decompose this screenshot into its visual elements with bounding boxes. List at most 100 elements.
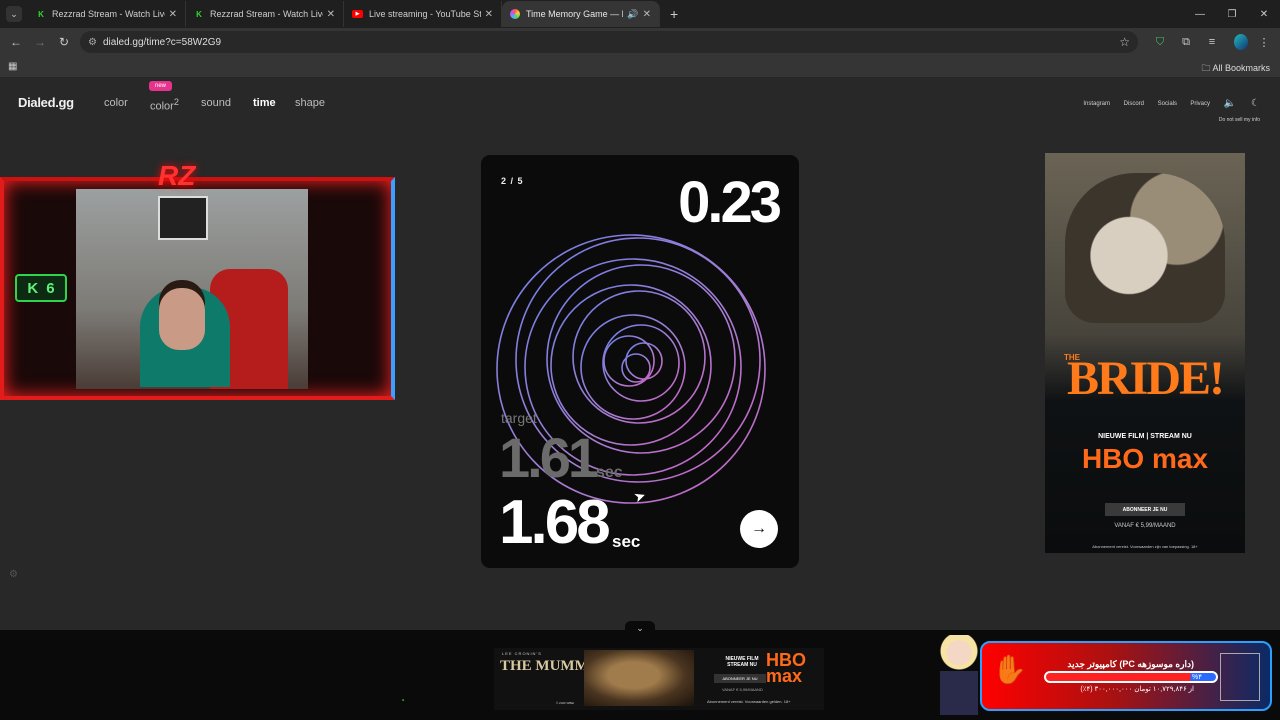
nav-time[interactable]: time <box>253 97 276 109</box>
anime-character-graphic <box>940 635 978 715</box>
do-not-sell-link[interactable]: Do not sell my info <box>1219 117 1260 123</box>
close-icon[interactable]: ✕ <box>485 9 493 20</box>
settings-icon[interactable]: ⚙ <box>9 569 18 580</box>
link-discord[interactable]: Discord <box>1124 101 1144 107</box>
mummy-cta-button[interactable]: ABONNEER JE NU <box>714 674 766 683</box>
tab-time-memory-game[interactable]: Time Memory Game — How 🔊 ✕ <box>502 1 660 27</box>
tab-title: Rezzrad Stream - Watch Live on <box>210 9 323 19</box>
target-label: target <box>501 410 537 426</box>
media-controls-icon[interactable]: ≡ <box>1202 32 1222 52</box>
dark-mode-icon[interactable]: ☾ <box>1251 98 1260 109</box>
forward-icon[interactable]: → <box>28 30 52 54</box>
result-value: 1.68 <box>499 488 611 557</box>
sound-toggle-icon[interactable]: 🔈 <box>1224 98 1236 109</box>
collapse-chevron-icon[interactable]: ⌄ <box>625 621 655 635</box>
game-card: 2 / 5 0.23 target 1.61 sec 1.68 sec → <box>481 155 799 568</box>
apps-grid-icon[interactable]: ▦ <box>8 61 17 72</box>
nav-shape[interactable]: shape <box>295 97 325 109</box>
target-unit: sec <box>596 464 623 481</box>
bottom-ad-strip: ⌄ ◔ LEE CRONIN'S THE MUMMY © 2026 WBEI N… <box>0 621 1280 720</box>
nav-color2-label: color <box>150 100 174 113</box>
menu-icon[interactable]: ⋮ <box>1254 32 1274 52</box>
restore-icon[interactable]: ❐ <box>1216 0 1248 28</box>
mummy-fine-print: Abonnement vereist. Voorwaarden gelden. … <box>707 699 791 704</box>
mummy-image <box>584 650 694 706</box>
tab-youtube-studio[interactable]: ▶ Live streaming - YouTube Studio ✕ <box>344 1 502 27</box>
address-bar[interactable]: ⚙ dialed.gg/time?c=58W2G9 ☆ <box>80 31 1138 53</box>
ad-poster-art <box>1065 173 1225 323</box>
close-icon[interactable]: ✕ <box>643 9 651 20</box>
goal-percent: %۴ <box>1192 674 1202 681</box>
ad-cta-button[interactable]: ABONNEER JE NU <box>1105 503 1185 516</box>
goal-progress-bar: %۴ <box>1044 671 1218 683</box>
tab-rezzrad-1[interactable]: K Rezzrad Stream - Watch Live on ✕ <box>28 1 186 27</box>
ad-price: VANAF € 5,99/MAAND <box>1114 523 1176 529</box>
minimize-icon[interactable]: — <box>1184 0 1216 28</box>
wall-poster <box>158 196 208 240</box>
hbo-max-logo: HBO max <box>1081 443 1209 474</box>
link-privacy[interactable]: Privacy <box>1190 101 1210 107</box>
hand-icon: ✋ <box>992 654 1027 685</box>
speaker-icon[interactable]: 🔊 <box>627 9 638 20</box>
emblem-icon <box>1220 653 1260 701</box>
mummy-tag: NIEUWE FILM STREAM NU <box>725 656 759 668</box>
tab-strip: ⌄ K Rezzrad Stream - Watch Live on ✕ K R… <box>0 0 1280 28</box>
dialed-icon <box>510 9 520 19</box>
site-info-icon[interactable]: ⚙ <box>88 37 97 48</box>
extensions-area: ⛉ ⧉ ≡ ⋮ <box>1144 32 1274 52</box>
mummy-banner-ad[interactable]: LEE CRONIN'S THE MUMMY © 2026 WBEI NIEUW… <box>494 648 824 710</box>
all-bookmarks-button[interactable]: 🗀 All Bookmarks <box>1201 61 1270 77</box>
kick-counter: K 6 <box>15 274 67 302</box>
puzzle-icon[interactable]: ⧉ <box>1176 32 1196 52</box>
streamer-head <box>159 288 205 350</box>
new-badge: new <box>149 81 173 91</box>
tab-title: Live streaming - YouTube Studio <box>369 9 481 19</box>
bride-ad[interactable]: THE BRIDE! NIEUWE FILM | STREAM NU HBO m… <box>1045 153 1245 553</box>
arrow-right-icon: → <box>751 520 767 537</box>
ad-title: BRIDE! <box>1066 352 1225 405</box>
site-logo[interactable]: Dialed.gg <box>18 95 74 110</box>
kick-icon: K <box>27 279 39 297</box>
tab-rezzrad-2[interactable]: K Rezzrad Stream - Watch Live on ✕ <box>186 1 344 27</box>
reload-icon[interactable]: ↻ <box>52 30 76 54</box>
ad-fine-print: Abonnement vereist. Voorwaarden zijn van… <box>1092 544 1198 549</box>
webcam-overlay: RZ K 6 <box>0 160 395 400</box>
link-socials[interactable]: Socials <box>1158 101 1177 107</box>
rz-logo: RZ <box>158 160 196 191</box>
window-close-icon[interactable]: ✕ <box>1248 0 1280 28</box>
kick-icon: K <box>38 9 44 19</box>
tab-search-button[interactable]: ⌄ <box>6 6 22 22</box>
url-text: dialed.gg/time?c=58W2G9 <box>102 36 222 48</box>
profile-avatar[interactable] <box>1228 32 1248 52</box>
new-tab-button[interactable]: + <box>670 6 678 22</box>
bookmark-star-icon[interactable]: ☆ <box>1119 35 1130 49</box>
back-icon[interactable]: ← <box>4 30 28 54</box>
mummy-date: © 2026 WBEI <box>556 701 575 705</box>
ad-tagline: NIEUWE FILM | STREAM NU <box>1098 433 1192 440</box>
nav-color2-sup: 2 <box>173 97 179 107</box>
score-value: 0.23 <box>678 170 782 235</box>
mummy-price: VANAF € 5,99/MAAND <box>722 687 763 692</box>
shield-extension-icon[interactable]: ⛉ <box>1150 32 1170 52</box>
window-controls: — ❐ ✕ <box>1184 0 1280 28</box>
close-icon[interactable]: ✕ <box>169 9 177 20</box>
close-icon[interactable]: ✕ <box>327 9 335 20</box>
next-button[interactable]: → <box>740 510 778 548</box>
goal-amount: از ۱۰,۷۲۹,۸۴۶ تومان ۳۰۰,۰۰۰,۰۰۰ (۴٪) <box>1080 686 1194 693</box>
nav-sound[interactable]: sound <box>201 97 231 109</box>
round-counter: 2 / 5 <box>501 176 524 186</box>
hbo-max-logo: HBO max <box>766 650 806 686</box>
nav-color[interactable]: color <box>104 97 128 109</box>
nav-color2[interactable]: color2 <box>150 97 179 113</box>
bookmarks-bar: ▦ 🗀 All Bookmarks <box>0 56 1280 78</box>
tab-title: Time Memory Game — How <box>526 9 623 19</box>
all-bookmarks-label: All Bookmarks <box>1212 63 1270 73</box>
ad-choices-icon[interactable]: ◔ <box>400 696 405 705</box>
mummy-pre: LEE CRONIN'S <box>502 651 542 656</box>
result-unit: sec <box>612 532 641 551</box>
link-instagram[interactable]: Instagram <box>1083 101 1110 107</box>
page-content: Dialed.gg color color2 sound time shape … <box>0 78 1280 630</box>
target-value: 1.61 <box>499 426 599 489</box>
tab-title: Rezzrad Stream - Watch Live on <box>52 9 165 19</box>
goal-title: کامپیوتر جدید (PC داره موسوزهه) <box>1067 659 1194 669</box>
